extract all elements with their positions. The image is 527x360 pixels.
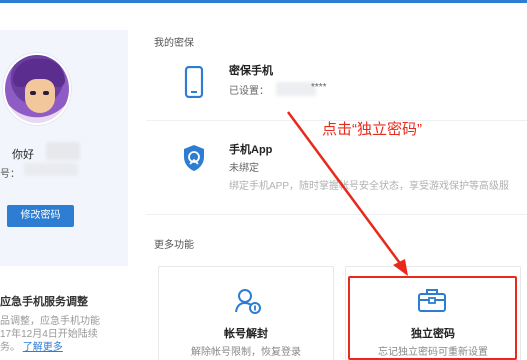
user-unlock-icon: [235, 289, 261, 314]
app-binding-status: 未绑定: [229, 163, 259, 174]
section-title-more-functions: 更多功能: [154, 240, 194, 251]
phone-number-mask: ****: [311, 82, 327, 93]
phone-icon: [184, 66, 204, 98]
account-unblock-description: 解除帐号限制，恢复登录: [191, 347, 301, 358]
notice-line-text: 务。: [0, 342, 20, 353]
highlight-box: [348, 276, 517, 360]
secure-phone-status: 已设置：: [229, 86, 269, 97]
avatar-eye-right: [43, 91, 49, 95]
modify-password-button[interactable]: 修改密码: [7, 205, 74, 227]
user-avatar: [3, 53, 71, 125]
username-blurred: [46, 142, 80, 160]
section-title-my-protection: 我的密保: [154, 38, 194, 49]
divider: [146, 214, 527, 215]
avatar-eye-left: [30, 91, 36, 95]
shield-icon: [184, 145, 204, 171]
app-binding-description: 绑定手机APP，随时掌握帐号安全状态，享受游戏保护等高级服: [229, 181, 510, 192]
phone-number-blurred: [276, 82, 316, 96]
notice-title: 应急手机服务调整: [0, 296, 88, 308]
secure-phone-title: 密保手机: [229, 65, 273, 77]
account-label: 号：: [0, 169, 20, 180]
account-unblock-card[interactable]: 帐号解封 解除帐号限制，恢复登录: [158, 266, 334, 360]
app-binding-title: 手机App: [229, 144, 273, 156]
avatar-face: [25, 79, 55, 113]
learn-more-link[interactable]: 了解更多: [23, 342, 63, 353]
greeting-text: 你好: [12, 149, 34, 161]
notice-line: 务。 了解更多: [0, 338, 63, 353]
top-accent-line: [0, 0, 527, 3]
account-unblock-title: 帐号解封: [224, 328, 268, 340]
annotation-text: 点击“独立密码”: [322, 121, 422, 138]
account-number-blurred: [24, 163, 78, 176]
